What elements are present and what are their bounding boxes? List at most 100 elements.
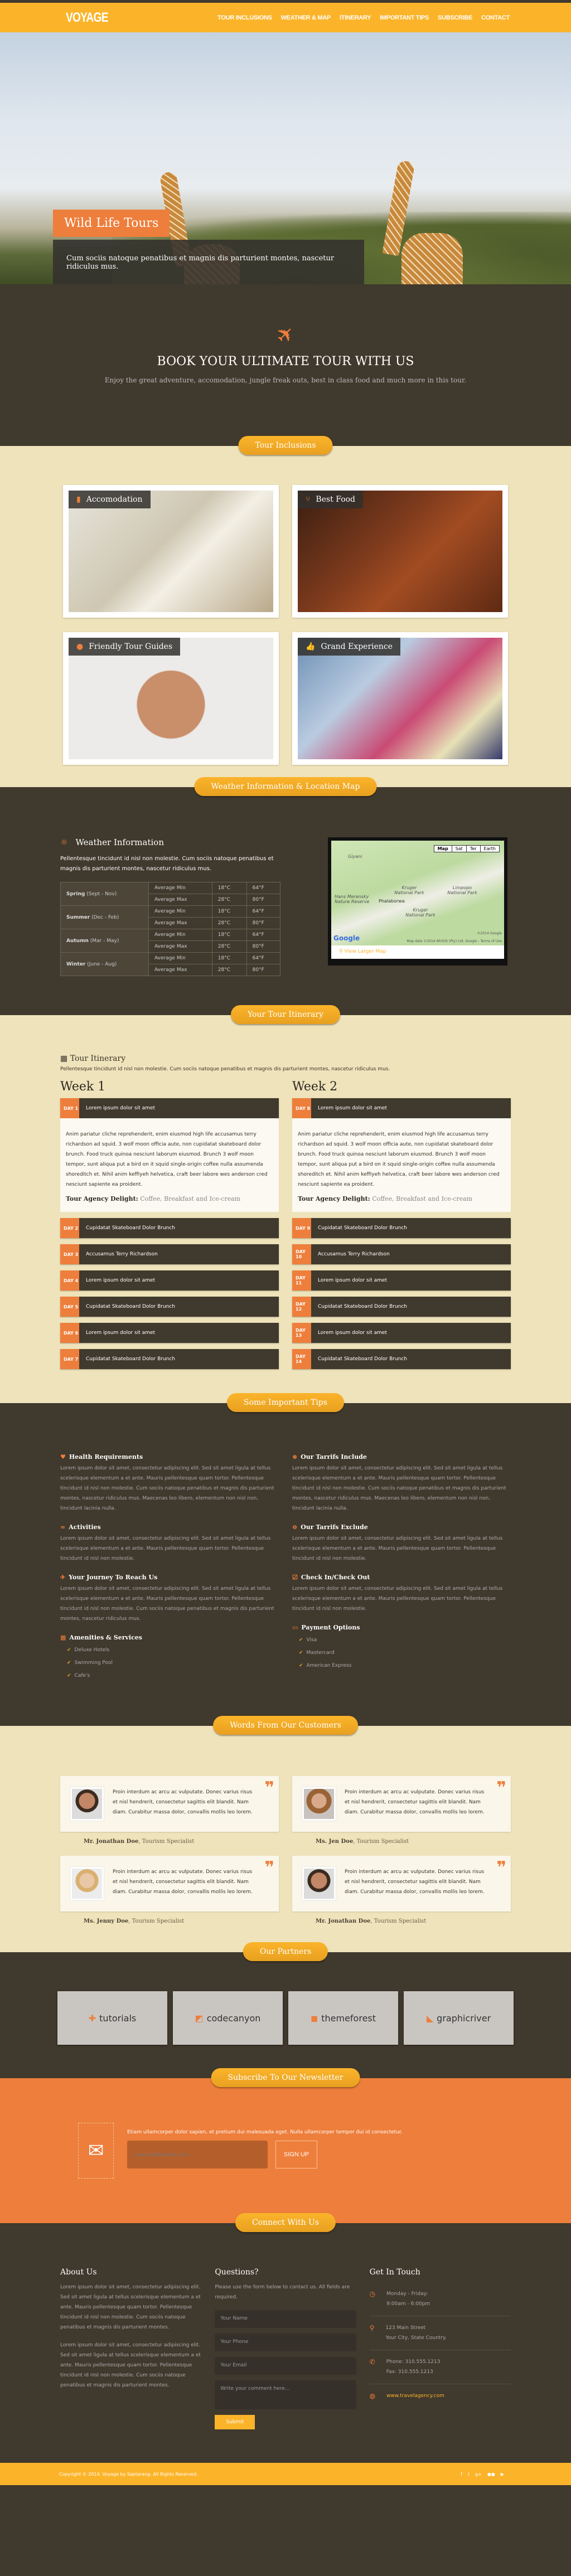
weather-cell: 18°C <box>211 905 247 918</box>
google-plus-icon[interactable]: g+ <box>475 2472 482 2477</box>
nav-tour-inclusions[interactable]: TOUR INCLUSIONS <box>217 14 272 21</box>
email-input[interactable]: Your Email <box>215 2357 356 2375</box>
nav-contact[interactable]: CONTACT <box>481 14 510 21</box>
delight-value: Coffee, Breakfast and Ice-cream <box>140 1195 241 1202</box>
day-row[interactable]: DAY 13 Lorem ipsum dolor sit amet <box>292 1323 511 1343</box>
author-name: Mr. Jonathan Doe <box>84 1838 139 1845</box>
day-number: DAY 6 <box>60 1323 79 1343</box>
partner-logo-themeforest[interactable]: ◼ themeforest <box>288 1991 398 2045</box>
tip-block: ⊕ Our Tarrifs Include Lorem ipsum dolor si… <box>292 1453 511 1513</box>
tip-text: Lorem ipsum dolor sit amet, consectetur … <box>60 1586 274 1622</box>
day-row[interactable]: DAY 5 Cupidatat Skateboard Dolor Brunch <box>60 1297 279 1317</box>
author-name: Mr. Jonathan Doe <box>316 1918 371 1924</box>
weather-cell: Average Max <box>148 940 212 953</box>
map-pin-icon: ⚲ <box>369 2324 375 2332</box>
day-row[interactable]: DAY 7 Cupidatat Skateboard Dolor Brunch <box>60 1349 279 1369</box>
map-type-sat[interactable]: Sat <box>451 846 466 852</box>
day-row[interactable]: DAY 1 Lorem ipsum dolor sit amet <box>60 1098 279 1118</box>
card-label: Grand Experience <box>321 642 393 651</box>
flickr-icon[interactable]: ●● <box>487 2472 495 2477</box>
day-number: DAY 3 <box>60 1244 79 1264</box>
facebook-icon[interactable]: f <box>461 2472 462 2477</box>
day-row[interactable]: DAY 11 Lorem ipsum dolor sit amet <box>292 1270 511 1291</box>
day-row[interactable]: DAY 6 Lorem ipsum dolor sit amet <box>60 1323 279 1343</box>
view-larger-map-link[interactable]: ⚲ View Larger Map <box>331 945 504 959</box>
weather-row: Spring (Sept - Nov) Average Min 18°C 64°F <box>60 882 281 906</box>
name-input[interactable]: Your Name <box>215 2310 356 2328</box>
user-icon: ● <box>76 642 84 651</box>
card-label: Best Food <box>316 495 356 504</box>
plus-circle-icon: ⊕ <box>292 1453 298 1461</box>
address-line: 123 Main Street <box>385 2325 426 2331</box>
nav-subscribe[interactable]: SUBSCRIBE <box>438 14 472 21</box>
day-title: Lorem ipsum dolor sit amet <box>79 1323 279 1343</box>
hours-days: Monday - Friday: <box>386 2291 428 2297</box>
map-label: Phalaborwa <box>379 899 405 904</box>
day-row[interactable]: DAY 3 Accusamus Terry Richardson <box>60 1244 279 1264</box>
day-row[interactable]: DAY 14 Cupidatat Skateboard Dolor Brunch <box>292 1349 511 1369</box>
day-title: Accusamus Terry Richardson <box>79 1244 279 1264</box>
testimonials-section: Words From Our Customers Proin interdum … <box>0 1716 571 1952</box>
weather-row: Winter (June - Aug) Average Min 18°C 64°F <box>60 952 281 976</box>
map-type-map[interactable]: Map <box>434 846 452 852</box>
day-row[interactable]: DAY 4 Lorem ipsum dolor sit amet <box>60 1270 279 1291</box>
weather-cell: 28°C <box>211 964 247 976</box>
author-role: Tourism Specialist <box>142 1838 195 1845</box>
sign-up-button[interactable]: SIGN UP <box>275 2141 317 2169</box>
partner-logo-graphicriver[interactable]: ◣ graphicriver <box>404 1991 514 2045</box>
itinerary-text: Pellentesque tincidunt id nisl non moles… <box>60 1066 390 1072</box>
map-type-earth[interactable]: Earth <box>480 846 499 852</box>
day-row[interactable]: DAY 9 Cupidatat Skateboard Dolor Brunch <box>292 1218 511 1238</box>
weather-text: Pellentesque tincidunt id nisl non moles… <box>60 856 274 872</box>
tip-block: ▭Payment Options VisaMastercardAmerican E… <box>292 1624 511 1672</box>
location-map[interactable]: Map Sat Ter Earth Giyani Kruger National… <box>328 837 507 966</box>
phone-input[interactable]: Your Phone <box>215 2334 356 2351</box>
comment-textarea[interactable]: Write your comment here... <box>215 2380 356 2409</box>
website-link[interactable]: www.travelagency.com <box>386 2391 444 2401</box>
envelope-icon: ✉ <box>78 2123 114 2179</box>
nav-menu: TOUR INCLUSIONS WEATHER & MAP ITINERARY … <box>217 14 510 21</box>
testimonial-text: Proin interdum ac arcu ac vulputate. Don… <box>113 1789 253 1815</box>
day-number: DAY 11 <box>292 1270 311 1291</box>
day-row[interactable]: DAY 12 Cupidatat Skateboard Dolor Brunch <box>292 1297 511 1317</box>
day-row[interactable]: DAY 8 Lorem ipsum dolor sit amet <box>292 1098 511 1118</box>
nav-important-tips[interactable]: IMPORTANT TIPS <box>380 14 429 21</box>
tip-heading: ∞ Activities <box>60 1524 279 1531</box>
address-line: Your City, State Country. <box>385 2335 447 2341</box>
nav-itinerary[interactable]: ITINERARY <box>340 14 371 21</box>
partner-logo-tutorials[interactable]: ✚ tutorials <box>57 1991 167 2045</box>
author-role: Tourism Specialist <box>132 1918 185 1924</box>
day-row[interactable]: DAY 10 Accusamus Terry Richardson <box>292 1244 511 1264</box>
tip-list: Deluxe HotelsSwimming PoolCafe's <box>67 1644 279 1682</box>
season-name: Spring <box>66 891 85 897</box>
grid-icon: ▦ <box>60 1634 66 1641</box>
section-pill: Some Important Tips <box>227 1393 344 1412</box>
day-number: DAY 8 <box>292 1098 311 1118</box>
intro-title: BOOK YOUR ULTIMATE TOUR WITH US <box>157 355 414 368</box>
map-data[interactable]: Map data ©2014 AfriGIS (Pty) Ltd, Google… <box>407 939 502 943</box>
newsletter-email-input[interactable] <box>127 2141 268 2169</box>
youtube-icon[interactable]: ▶ <box>501 2472 504 2477</box>
day-row[interactable]: DAY 2 Cupidatat Skateboard Dolor Brunch <box>60 1218 279 1238</box>
logo[interactable]: VOYAGE <box>66 10 108 26</box>
nav-weather-map[interactable]: WEATHER & MAP <box>281 14 331 21</box>
season-name: Autumn <box>66 938 89 944</box>
weather-cell: 28°C <box>211 894 247 906</box>
weather-cell: 64°F <box>246 952 281 964</box>
submit-button[interactable]: Submit <box>215 2415 255 2429</box>
card-label: Friendly Tour Guides <box>89 642 173 651</box>
agency-delight: Tour Agency Delight: Coffee, Breakfast a… <box>66 1194 273 1204</box>
season-months: (Sept - Nov) <box>86 891 117 897</box>
partner-name: tutorials <box>99 2012 137 2024</box>
partners-section: Our Partners ✚ tutorials ◩ codecanyon ◼ theme… <box>0 1942 571 2078</box>
testimonial-bubble: Proin interdum ac arcu ac vulputate. Don… <box>60 1856 279 1912</box>
testimonial-author: Mr. Jonathan Doe, Tourism Specialist <box>316 1918 427 1924</box>
minus-circle-icon: ⊖ <box>292 1524 298 1531</box>
tip-list: VisaMastercardAmerican Express <box>299 1634 511 1672</box>
partner-logo-codecanyon[interactable]: ◩ codecanyon <box>173 1991 283 2045</box>
map-type-ter[interactable]: Ter <box>466 846 480 852</box>
weather-cell: 18°C <box>211 952 247 964</box>
cutlery-icon: ⑂ <box>306 495 311 504</box>
weather-cell: 80°F <box>246 894 281 906</box>
twitter-icon[interactable]: t <box>468 2472 470 2477</box>
